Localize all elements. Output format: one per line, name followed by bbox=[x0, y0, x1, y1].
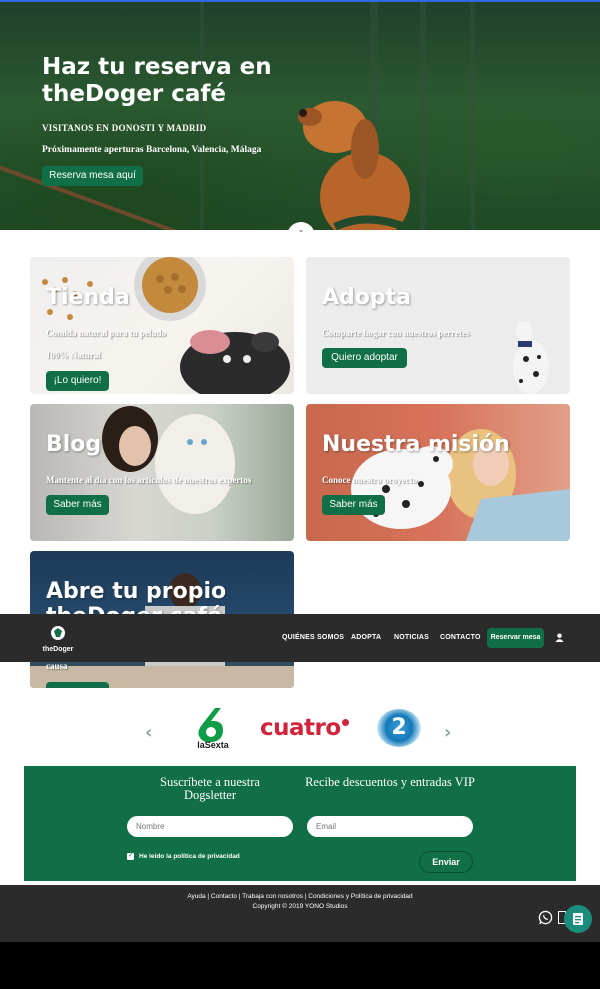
card-title: Adopta bbox=[322, 285, 411, 310]
send-button[interactable]: Enviar bbox=[419, 851, 473, 873]
food-bowl-image bbox=[134, 257, 206, 321]
dalmatian-image bbox=[513, 321, 549, 394]
cuatro-logo-text: cuatro bbox=[260, 715, 341, 741]
chevron-right-icon: › bbox=[444, 722, 452, 743]
privacy-checkbox[interactable]: ✓ bbox=[127, 853, 134, 860]
hero-title: Haz tu reserva en theDoger café bbox=[42, 54, 272, 107]
checkmark-icon: ✓ bbox=[127, 853, 134, 859]
nav-reservar-mesa-button[interactable]: Reservar mesa bbox=[487, 628, 544, 648]
nav-noticias[interactable]: NOTICIAS bbox=[394, 634, 429, 641]
newsletter-section bbox=[24, 766, 576, 881]
card-title: Blog bbox=[46, 432, 102, 457]
tienda-button[interactable]: ¡Lo quiero! bbox=[46, 371, 109, 391]
carousel-prev-button[interactable]: ‹ bbox=[145, 722, 152, 743]
nav-adopta[interactable]: ADOPTA bbox=[351, 634, 381, 641]
blog-button[interactable]: Saber más bbox=[46, 495, 109, 515]
card-adopta[interactable]: Adopta Comparte hogar con nuestros perre… bbox=[306, 257, 570, 394]
chevron-down-icon: ⌄ bbox=[297, 225, 305, 234]
card-description: causa bbox=[46, 661, 68, 671]
nav-quienes-somos[interactable]: QUIÉNES SOMOS bbox=[282, 634, 344, 641]
card-description: 100% Natural bbox=[46, 350, 101, 360]
logo-text: theDoger bbox=[42, 646, 74, 653]
woman-with-cat-image bbox=[102, 406, 235, 514]
cuatro-dot-icon bbox=[341, 719, 349, 726]
page-bottom-area bbox=[0, 942, 600, 989]
dog-logo-icon bbox=[51, 626, 65, 640]
footer-links[interactable]: Ayuda | Contacto | Trabaja con nosotros … bbox=[0, 893, 600, 900]
card-tienda[interactable]: Tienda Comida natural para tu peludo 100… bbox=[30, 257, 294, 394]
vip-title: Recibe descuentos y entradas VIP bbox=[305, 775, 475, 789]
card-title: Tienda bbox=[46, 285, 130, 310]
tree-trunk bbox=[200, 2, 204, 230]
hero-subtitle: VISITANOS EN DONOSTI Y MADRID bbox=[42, 123, 207, 133]
user-icon[interactable] bbox=[555, 633, 564, 642]
tree-trunk bbox=[470, 2, 475, 230]
reserve-table-button[interactable]: Reserva mesa aquí bbox=[42, 166, 143, 186]
privacy-label: He leído la política de privacidad bbox=[139, 853, 240, 860]
hero-banner: Haz tu reserva en theDoger café VISITANO… bbox=[0, 0, 600, 230]
card-blog[interactable]: Blog Mantente al día con los artículos d… bbox=[30, 404, 294, 541]
golden-retriever-image bbox=[298, 101, 410, 230]
card-mision[interactable]: Nuestra misión Conoce nuestro proyecto S… bbox=[306, 404, 570, 541]
whatsapp-icon[interactable] bbox=[538, 910, 553, 925]
cuatro-logo: cuatro bbox=[260, 715, 349, 741]
card-description: Comida natural para tu peludo bbox=[46, 328, 167, 338]
name-field[interactable] bbox=[127, 816, 293, 837]
email-field[interactable] bbox=[307, 816, 473, 837]
card-title: Nuestra misión bbox=[322, 432, 510, 457]
hero-openings: Próximamente aperturas Barcelona, Valenc… bbox=[42, 145, 262, 155]
card-title: Abre tu propio bbox=[46, 579, 227, 604]
card-description: Conoce nuestro proyecto bbox=[322, 475, 418, 485]
card-description: Comparte hogar con nuestros perretes bbox=[322, 328, 470, 338]
card-description: Mantente al día con los artículos de nue… bbox=[46, 475, 252, 485]
french-bulldog-image bbox=[180, 330, 290, 394]
carousel-next-button[interactable]: › bbox=[444, 722, 451, 743]
mision-button[interactable]: Saber más bbox=[322, 495, 385, 515]
chat-button[interactable] bbox=[564, 905, 592, 933]
woman-with-dalmatian-image bbox=[351, 429, 570, 541]
site-logo[interactable]: theDoger bbox=[40, 626, 76, 653]
lasexta-logo-text: laSexta bbox=[197, 740, 229, 750]
nav-contacto[interactable]: CONTACTO bbox=[440, 634, 481, 641]
franchise-button[interactable] bbox=[46, 682, 109, 688]
chat-list-icon bbox=[573, 913, 583, 925]
la2-logo: 2 bbox=[377, 709, 421, 747]
newsletter-title: Suscríbete a nuestra Dogsletter bbox=[160, 775, 260, 802]
chevron-left-icon: ‹ bbox=[145, 722, 153, 743]
adopta-button[interactable]: Quiero adoptar bbox=[322, 348, 407, 368]
footer-copyright: Copyright © 2019 YONO Studios bbox=[252, 903, 348, 910]
